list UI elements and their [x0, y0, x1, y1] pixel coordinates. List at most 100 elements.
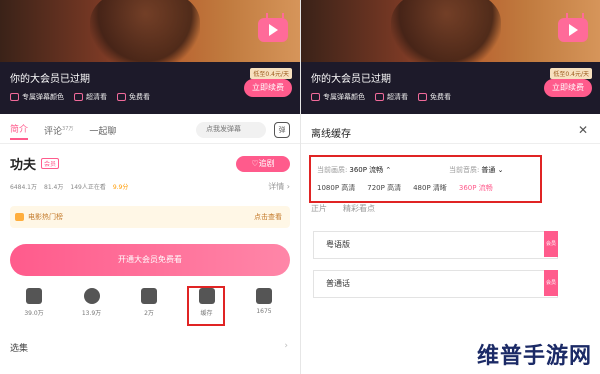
hd-icon — [74, 93, 83, 101]
vip-expired-title: 你的大会员已过期 — [10, 74, 90, 85]
chevron-right-icon[interactable]: › — [284, 341, 288, 351]
video-quality-dropdown[interactable]: 当前画质: 360P 流畅 ⌃ — [317, 165, 391, 175]
stats-row: 6484.1万 81.4万 149人正在看 9.9分 — [10, 182, 128, 191]
like-icon — [26, 288, 42, 304]
tv-logo-icon — [258, 18, 288, 42]
audio-quality-value: 普通 ⌄ — [481, 166, 504, 174]
video-frame-figure — [90, 0, 200, 62]
watermark: 维普手游网 — [476, 344, 592, 369]
renew-button[interactable]: 立即续费 — [244, 79, 292, 97]
favorite-button[interactable]: 2万 — [129, 288, 169, 317]
video-detail-panel: 你的大会员已过期 低至0.4元/天 立即续费 专属弹幕颜色 超清看 免费看 简介… — [0, 0, 300, 374]
star-icon — [141, 288, 157, 304]
tv-logo-icon — [558, 18, 588, 42]
list-item-label: 粤语版 — [326, 240, 350, 249]
follow-button[interactable]: ♡追剧 — [236, 156, 290, 172]
member-badge: 会员 — [41, 158, 60, 169]
details-link[interactable]: 详情 › — [268, 181, 290, 192]
danmu-color-icon — [10, 93, 19, 101]
cache-content-tabs: 正片 精彩看点 — [311, 203, 375, 214]
tab-comments-count: 37万 — [62, 126, 74, 132]
danmu-input[interactable] — [196, 122, 266, 138]
quality-option-1080p[interactable]: 1080P 高清 — [317, 183, 355, 193]
vip-price-tag: 低至0.4元/天 — [250, 68, 292, 79]
coin-icon — [83, 288, 100, 304]
quality-option-480p[interactable]: 480P 清晰 — [413, 183, 447, 193]
tab-comments-label: 评论 — [44, 127, 63, 137]
vip-features: 专属弹幕颜色 超清看 免费看 — [311, 92, 451, 102]
vip-feature: 免费看 — [117, 92, 150, 102]
close-icon[interactable]: ✕ — [578, 123, 588, 137]
hotlist-banner[interactable]: 电影热门榜 点击查看 — [10, 206, 290, 228]
renew-button[interactable]: 立即续费 — [544, 79, 592, 97]
action-bar: 39.0万 13.9万 2万 缓存 1675 — [14, 288, 284, 317]
video-frame-figure — [391, 0, 501, 62]
offline-cache-panel: 你的大会员已过期 低至0.4元/天 立即续费 专属弹幕颜色 超清看 免费看 离线… — [301, 0, 600, 374]
danmu-count: 81.4万 — [44, 184, 64, 191]
share-icon — [256, 288, 272, 304]
list-item[interactable]: 粤语版 会员 — [313, 231, 558, 259]
score: 9.9分 — [112, 184, 129, 191]
cache-header: 离线缓存 ✕ — [301, 118, 600, 144]
vip-feature-label: 专属弹幕颜色 — [22, 93, 64, 101]
vip-expired-bar: 你的大会员已过期 低至0.4元/天 立即续费 专属弹幕颜色 超清看 免费看 — [301, 62, 600, 114]
hotlist-more[interactable]: 点击查看 — [254, 206, 282, 228]
video-quality-value: 360P 流畅 ⌃ — [349, 166, 392, 174]
vip-feature: 专属弹幕颜色 — [10, 92, 64, 102]
member-badge: 会员 — [543, 231, 558, 257]
action-label: 13.9万 — [81, 310, 102, 317]
danmu-toggle-icon[interactable]: 弹 — [274, 122, 290, 138]
quality-selector: 当前画质: 360P 流畅 ⌃ 当前音质: 普通 ⌄ 1080P 高清 720P… — [309, 155, 542, 203]
vip-feature-label: 超清看 — [387, 93, 408, 101]
free-icon — [418, 93, 427, 101]
play-count: 6484.1万 — [10, 184, 37, 191]
vip-features: 专属弹幕颜色 超清看 免费看 — [10, 92, 150, 102]
episode-section-label: 选集 — [10, 344, 29, 354]
vip-feature: 超清看 — [375, 92, 408, 102]
vip-feature: 免费看 — [418, 92, 451, 102]
hotlist-label: 电影热门榜 — [28, 213, 63, 221]
cache-title: 离线缓存 — [311, 129, 351, 140]
action-label: 39.0万 — [24, 310, 44, 317]
quality-option-360p[interactable]: 360P 流畅 — [459, 183, 493, 193]
tab-chat[interactable]: 一起聊 — [89, 124, 116, 137]
tab-highlights[interactable]: 精彩看点 — [343, 203, 375, 214]
download-highlight-box — [187, 286, 225, 326]
vip-feature-label: 超清看 — [86, 93, 107, 101]
audio-quality-label: 当前音质: — [449, 166, 480, 174]
detail-tabs: 简介 评论37万 一起聊 弹 — [0, 118, 300, 144]
vip-feature-label: 免费看 — [430, 93, 451, 101]
audio-quality-dropdown[interactable]: 当前音质: 普通 ⌄ — [449, 165, 503, 175]
vip-feature-label: 专属弹幕颜色 — [323, 93, 365, 101]
title-row: 功夫 会员 — [10, 154, 60, 173]
video-quality-label: 当前画质: — [317, 166, 348, 174]
vip-feature: 超清看 — [74, 92, 107, 102]
hd-icon — [375, 93, 384, 101]
list-item[interactable]: 普通话 会员 — [313, 270, 558, 298]
vip-feature-label: 免费看 — [129, 93, 150, 101]
vip-price-tag: 低至0.4元/天 — [550, 68, 592, 79]
share-button[interactable]: 1675 — [244, 288, 284, 317]
tab-feature[interactable]: 正片 — [311, 203, 327, 214]
tab-comments[interactable]: 评论37万 — [44, 124, 73, 137]
quality-option-720p[interactable]: 720P 高清 — [367, 183, 401, 193]
danmu-color-icon — [311, 93, 320, 101]
hotlist-icon — [15, 213, 24, 221]
quality-options: 1080P 高清 720P 高清 480P 清晰 360P 流畅 — [317, 183, 493, 193]
vip-expired-title: 你的大会员已过期 — [311, 74, 391, 85]
page-title: 功夫 — [10, 158, 37, 173]
watching-count: 149人正在看 — [70, 184, 106, 191]
coin-button[interactable]: 13.9万 — [72, 288, 112, 317]
action-label: 1675 — [256, 308, 272, 315]
like-button[interactable]: 39.0万 — [14, 288, 54, 317]
free-icon — [117, 93, 126, 101]
video-player[interactable] — [301, 0, 600, 62]
vip-feature: 专属弹幕颜色 — [311, 92, 365, 102]
video-player[interactable] — [0, 0, 300, 62]
vip-expired-bar: 你的大会员已过期 低至0.4元/天 立即续费 专属弹幕颜色 超清看 免费看 — [0, 62, 300, 114]
action-label: 2万 — [144, 310, 154, 317]
member-badge: 会员 — [543, 270, 558, 296]
list-item-label: 普通话 — [326, 279, 350, 288]
open-vip-button[interactable]: 开通大会员免费看 — [10, 244, 290, 276]
tab-intro[interactable]: 简介 — [10, 122, 29, 140]
